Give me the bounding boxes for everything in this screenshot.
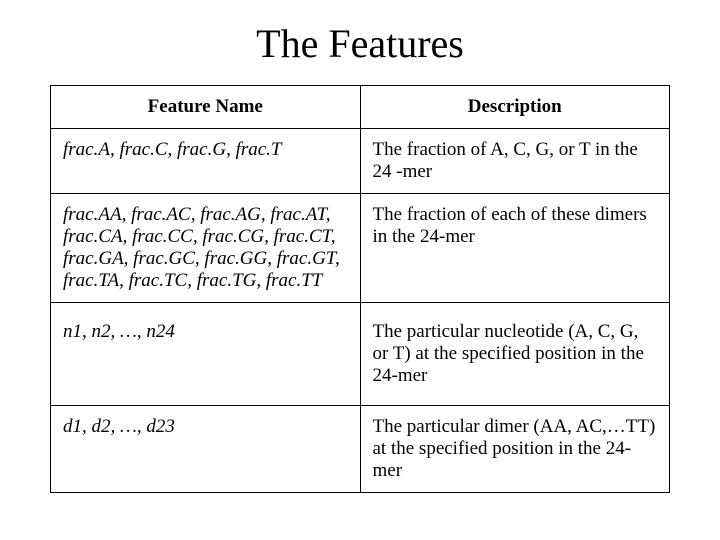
description-cell: The fraction of each of these dimers in … [360,194,670,303]
features-table: Feature Name Description frac.A, frac.C,… [50,85,670,493]
table-row: d1, d2, …, d23 The particular dimer (AA,… [51,406,670,493]
feature-cell: frac.A, frac.C, frac.G, frac.T [51,129,361,194]
feature-cell: frac.AA, frac.AC, frac.AG, frac.AT, frac… [51,194,361,303]
header-description: Description [360,86,670,129]
table-row: n1, n2, …, n24 The particular nucleotide… [51,303,670,406]
table-row: frac.A, frac.C, frac.G, frac.T The fract… [51,129,670,194]
page-title: The Features [50,20,670,67]
description-cell: The particular nucleotide (A, C, G, or T… [360,303,670,406]
feature-cell: n1, n2, …, n24 [51,303,361,406]
header-feature-name: Feature Name [51,86,361,129]
description-cell: The fraction of A, C, G, or T in the 24 … [360,129,670,194]
table-row: frac.AA, frac.AC, frac.AG, frac.AT, frac… [51,194,670,303]
description-cell: The particular dimer (AA, AC,…TT) at the… [360,406,670,493]
table-header-row: Feature Name Description [51,86,670,129]
feature-cell: d1, d2, …, d23 [51,406,361,493]
